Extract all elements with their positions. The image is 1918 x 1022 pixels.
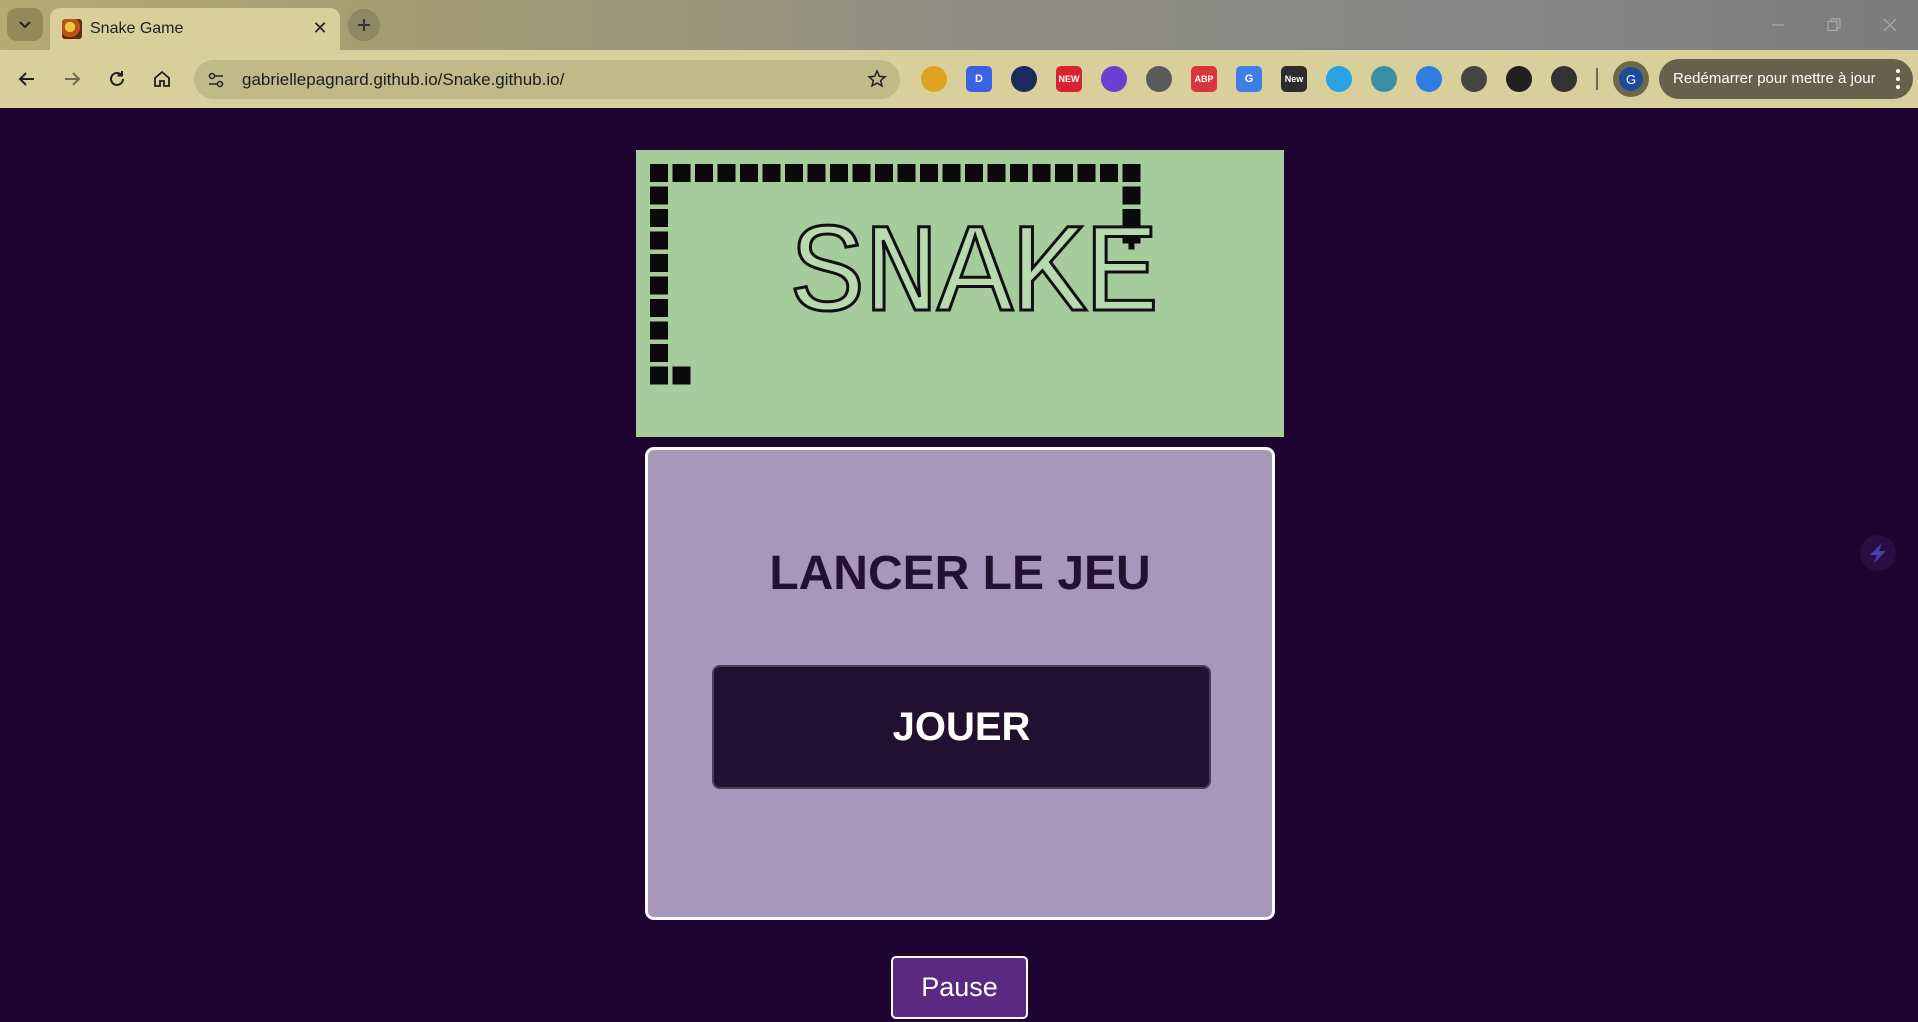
flame-extension-icon[interactable] <box>1011 66 1037 92</box>
snake-segment <box>852 164 871 182</box>
update-restart-label: Redémarrer pour mettre à jour <box>1673 70 1876 87</box>
snake-segment <box>762 164 781 182</box>
snake-segment <box>650 366 668 385</box>
aperture-extension-icon[interactable] <box>1146 66 1172 92</box>
tab-title: Snake Game <box>90 20 184 37</box>
back-arrow-icon <box>18 72 34 86</box>
snake-segment <box>650 299 668 317</box>
snake-banner: SNAKE <box>636 150 1284 437</box>
side-assistant-button[interactable] <box>1860 535 1896 571</box>
new-tab-button[interactable] <box>348 9 380 41</box>
snake-segment <box>830 164 848 182</box>
more-vertical-icon[interactable] <box>1893 67 1903 91</box>
snake-segment <box>650 186 668 205</box>
snake-segment <box>897 164 916 182</box>
plus-icon <box>358 19 370 31</box>
snake-segment <box>672 164 691 182</box>
snake-segment <box>875 164 893 182</box>
reload-icon <box>110 71 124 86</box>
lightning-icon <box>1870 543 1886 563</box>
snake-segment <box>920 164 938 182</box>
eyedropper-extension-icon[interactable] <box>1461 66 1487 92</box>
site-info-button[interactable] <box>202 66 229 93</box>
adblock-extension-icon[interactable]: ABP <box>1191 66 1217 92</box>
translate-extension-icon[interactable]: G <box>1236 66 1262 92</box>
tab-search-button[interactable] <box>7 8 43 41</box>
swirl-extension-icon[interactable] <box>1416 66 1442 92</box>
snake-segment <box>1032 164 1051 182</box>
snake-segment <box>650 344 668 362</box>
snake-segment <box>1122 164 1141 182</box>
address-bar[interactable]: gabriellepagnard.github.io/Snake.github.… <box>194 60 900 99</box>
snake-segment <box>672 366 691 385</box>
chevron-down-icon <box>19 20 31 28</box>
url-text[interactable]: gabriellepagnard.github.io/Snake.github.… <box>242 70 564 90</box>
home-icon <box>154 70 170 87</box>
start-panel: LANCER LE JEU JOUER <box>645 447 1275 920</box>
puzzle-extensions-icon[interactable] <box>1551 66 1577 92</box>
banner-title: SNAKE <box>788 205 1161 348</box>
minimize-icon <box>1772 24 1784 26</box>
snake-segment <box>717 164 736 182</box>
forward-button[interactable] <box>56 63 88 95</box>
restore-button[interactable] <box>1806 0 1862 50</box>
react-extension-icon[interactable] <box>1371 66 1397 92</box>
new-badge-extension-icon[interactable]: NEW <box>1056 66 1082 92</box>
snake-segment <box>650 254 668 272</box>
snake-segment <box>650 276 668 295</box>
play-button[interactable]: JOUER <box>712 665 1211 789</box>
snake-segment <box>785 164 803 182</box>
target-extension-icon[interactable] <box>1326 66 1352 92</box>
bookmark-star-button[interactable] <box>866 68 888 90</box>
home-button[interactable] <box>146 63 178 95</box>
tune-icon <box>208 72 223 87</box>
forward-arrow-icon <box>65 72 81 86</box>
snake-segment <box>807 164 826 182</box>
snake-segment <box>740 164 758 182</box>
snake-segment <box>650 164 668 182</box>
snake-segment <box>942 164 961 182</box>
window-close-button[interactable] <box>1862 0 1918 50</box>
snake-segment <box>650 231 668 250</box>
snake-segment <box>1010 164 1028 182</box>
tab-strip: Snake Game ✕ <box>0 0 1918 50</box>
snake-segment <box>965 164 983 182</box>
snake-favicon-icon <box>62 19 82 39</box>
snake-segment <box>1122 186 1141 205</box>
snake-segment <box>650 209 668 227</box>
new-extension-icon[interactable]: New <box>1281 66 1307 92</box>
active-tab[interactable]: Snake Game ✕ <box>50 8 340 50</box>
snake-segment <box>1077 164 1096 182</box>
d-extension-icon[interactable]: D <box>966 66 992 92</box>
window-close-icon <box>1883 18 1897 32</box>
profile-button[interactable]: G <box>1613 61 1649 97</box>
restore-icon <box>1827 18 1841 32</box>
close-icon[interactable]: ✕ <box>310 18 330 38</box>
avatar: G <box>1619 67 1643 91</box>
sparkle-extension-icon[interactable] <box>1101 66 1127 92</box>
snake-segment <box>987 164 1006 182</box>
update-restart-button[interactable]: Redémarrer pour mettre à jour <box>1659 59 1913 99</box>
pause-button[interactable]: Pause <box>891 956 1028 1019</box>
dark-square-extension-icon[interactable] <box>1506 66 1532 92</box>
snake-segment <box>1100 164 1118 182</box>
minimize-button[interactable] <box>1750 0 1806 50</box>
emoji-extension-icon[interactable] <box>921 66 947 92</box>
snake-segment <box>1055 164 1073 182</box>
reload-button[interactable] <box>101 63 133 95</box>
toolbar-separator <box>1596 68 1598 90</box>
star-icon <box>867 69 887 88</box>
back-button[interactable] <box>11 63 43 95</box>
browser-toolbar: gabriellepagnard.github.io/Snake.github.… <box>0 50 1918 108</box>
snake-segment <box>695 164 713 182</box>
panel-title: LANCER LE JEU <box>769 547 1151 600</box>
snake-segment <box>650 321 668 340</box>
